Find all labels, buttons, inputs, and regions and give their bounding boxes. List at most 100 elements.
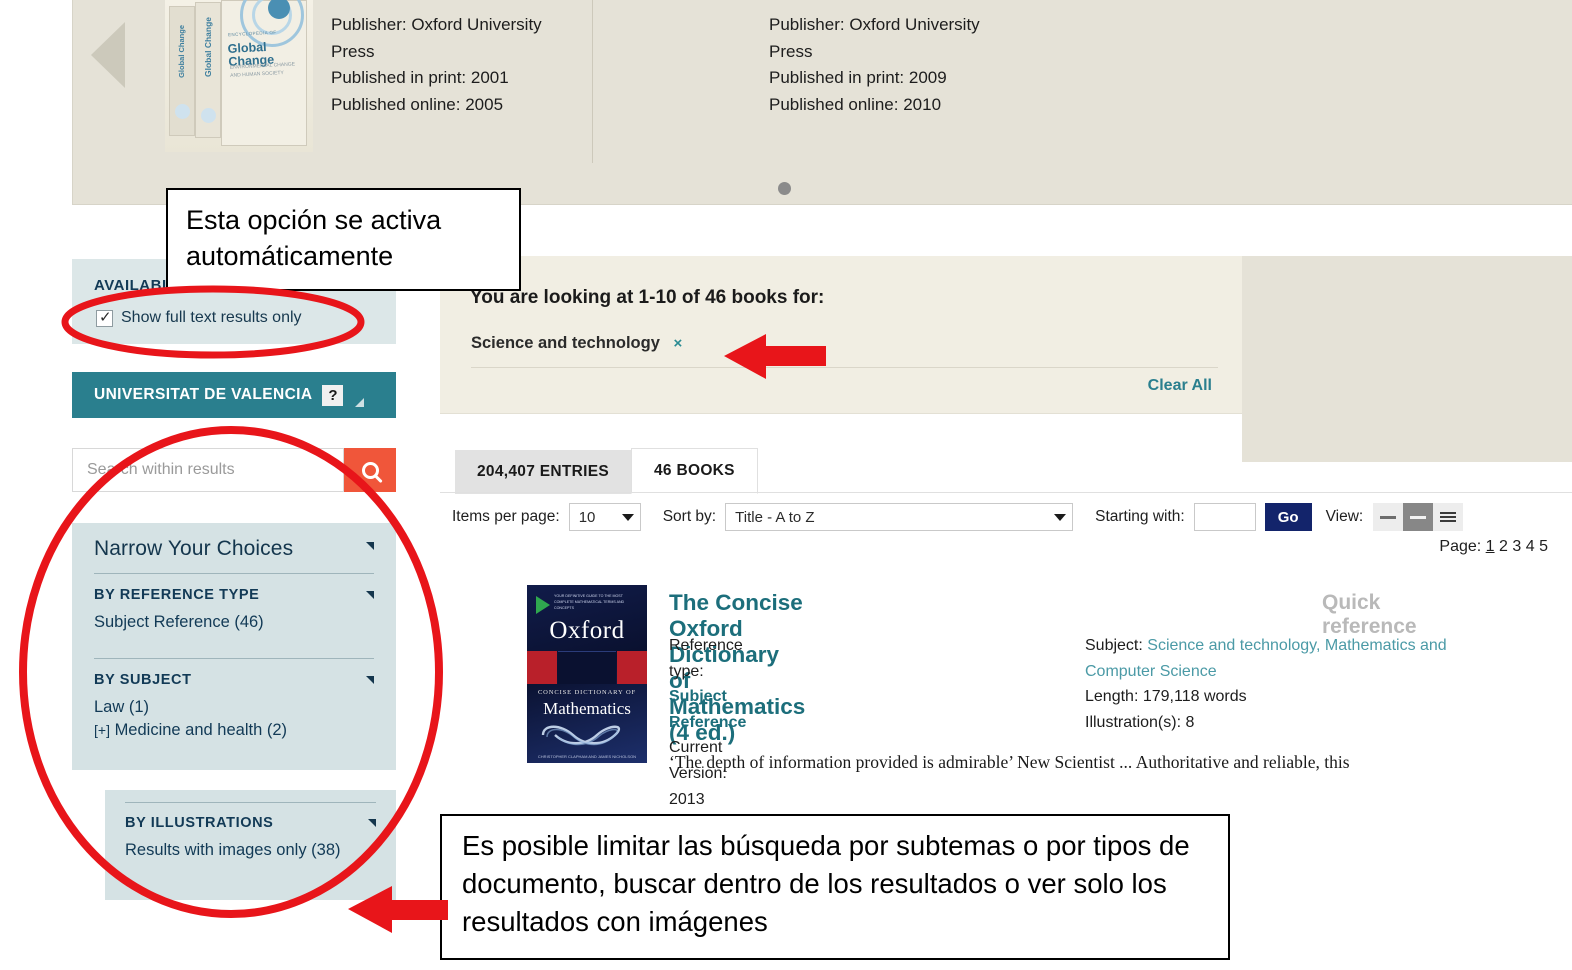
chevron-down-icon[interactable]	[366, 542, 374, 550]
tabs-bottom-rule	[440, 492, 1572, 493]
institution-bar[interactable]: UNIVERSITAT DE VALENCIA ?	[72, 372, 396, 418]
facet-item-law[interactable]: Law (1)	[94, 698, 374, 717]
page-link-3[interactable]: 3	[1512, 538, 1521, 555]
field-length-value: 179,118 words	[1142, 688, 1247, 706]
result-left-fields: Reference type: Subject Reference Curren…	[669, 633, 746, 812]
results-count-title: You are looking at 1-10 of 46 books for:	[470, 287, 825, 308]
page-link-1[interactable]: 1	[1486, 538, 1495, 555]
field-reference-type-value[interactable]: Subject Reference	[669, 688, 746, 731]
book-carousel: Global Change Global Change ENCYCLOPEDIA…	[72, 0, 1572, 205]
search-within-results: Search within results	[72, 448, 396, 492]
narrow-header[interactable]: Narrow Your Choices	[94, 537, 374, 561]
field-subject: Subject: Science and technology, Mathema…	[1085, 633, 1485, 684]
chevron-down-icon-items	[621, 513, 634, 521]
annotation-note-2: Es posible limitar las búsqueda por subt…	[440, 814, 1230, 960]
facet-illustrations[interactable]: BY ILLUSTRATIONS	[125, 814, 376, 832]
carousel-prev-arrow-icon[interactable]	[91, 22, 125, 88]
pagination: Page: 1 2 3 4 5	[1439, 538, 1548, 556]
divider-3	[125, 802, 376, 803]
expand-plus-icon[interactable]: [+]	[94, 722, 110, 738]
published-print-2: Published in print: 2009	[769, 68, 947, 88]
search-placeholder: Search within results	[87, 461, 235, 478]
facet-subject[interactable]: BY SUBJECT	[94, 671, 374, 689]
facet-item-medicine-health-row[interactable]: [+] Medicine and health (2)	[94, 721, 374, 740]
institution-name: UNIVERSITAT DE VALENCIA	[94, 386, 313, 403]
list-view-icon[interactable]	[1433, 503, 1464, 531]
page-link-4[interactable]: 4	[1526, 538, 1535, 555]
published-online: Published online: 2005	[331, 94, 504, 114]
divider	[94, 573, 374, 574]
publisher-line-2: Publisher: Oxford University	[769, 15, 980, 34]
caret-down-icon[interactable]	[355, 389, 365, 407]
divider-4	[471, 367, 1218, 368]
published-print: Published in print: 2001	[331, 68, 509, 88]
facet-heading-reference-type: BY REFERENCE TYPE	[94, 587, 260, 603]
result-description: ‘The depth of information provided is ad…	[669, 752, 1350, 772]
active-filter-chip[interactable]: Science and technology ×	[471, 334, 682, 353]
pagination-label: Page:	[1439, 538, 1482, 555]
full-text-only-row[interactable]: Show full text results only	[96, 308, 302, 327]
cover-spine-text-2: Global Change	[203, 17, 213, 77]
carousel-entry-1-meta: Publisher: Oxford University Press Publi…	[331, 12, 542, 118]
facet-item-results-with-images[interactable]: Results with images only (38)	[125, 841, 376, 860]
field-reference-type-label: Reference type:	[669, 637, 743, 680]
search-submit-button[interactable]	[344, 448, 396, 492]
facet-reference-type[interactable]: BY REFERENCE TYPE	[94, 586, 374, 604]
result-badge: Quick reference	[1322, 591, 1417, 638]
field-illustrations-value: 8	[1185, 713, 1195, 731]
field-length: Length: 179,118 words	[1085, 684, 1485, 710]
field-illustrations: Illustration(s): 8	[1085, 710, 1485, 736]
field-illustrations-label: Illustration(s):	[1085, 713, 1182, 731]
chevron-down-icon-illustrations[interactable]	[368, 819, 376, 827]
cover-authors: CHRISTOPHER CLAPHAM AND JAMES NICHOLSON	[537, 753, 637, 759]
chevron-down-icon-subject[interactable]	[366, 676, 374, 684]
full-text-only-checkbox[interactable]	[96, 308, 113, 327]
carousel-dot-icon[interactable]	[778, 182, 791, 195]
search-input[interactable]: Search within results	[72, 448, 344, 492]
cover-spine-text-1: Global Change	[177, 25, 186, 78]
search-icon	[361, 461, 379, 479]
publisher-line-cont: Press	[331, 41, 375, 61]
field-subject-label: Subject:	[1085, 637, 1143, 654]
facet-heading-subject: BY SUBJECT	[94, 672, 192, 688]
page-link-2[interactable]: 2	[1499, 538, 1508, 555]
starting-with-input[interactable]	[1193, 503, 1256, 531]
results-header-right-fill	[1242, 256, 1572, 462]
tab-entries[interactable]: 204,407 ENTRIES	[455, 450, 632, 494]
view-label: View:	[1325, 508, 1364, 525]
results-toolbar: Items per page: 10 Sort by: Title - A to…	[452, 503, 1464, 531]
narrow-title: Narrow Your Choices	[94, 537, 294, 560]
publisher-line-2-cont: Press	[769, 41, 813, 61]
carousel-column-divider	[592, 0, 593, 163]
items-per-page-select[interactable]: 10	[568, 503, 641, 531]
publisher-line: Publisher: Oxford University	[331, 15, 542, 34]
oxford-logo-icon	[536, 596, 550, 614]
sort-by-label: Sort by:	[662, 508, 717, 525]
by-illustrations-panel: BY ILLUSTRATIONS Results with images onl…	[105, 790, 396, 900]
result-book-cover[interactable]: YOUR DEFINITIVE GUIDE TO THE MOST COMPLE…	[527, 585, 647, 763]
remove-filter-icon[interactable]: ×	[673, 335, 682, 352]
clear-all-link[interactable]: Clear All	[1148, 377, 1212, 395]
chevron-down-icon-reference-type[interactable]	[366, 591, 374, 599]
cover-series: CONCISE DICTIONARY OF	[537, 689, 637, 696]
go-button[interactable]: Go	[1264, 503, 1312, 531]
cover-badge-icon-2	[201, 108, 216, 123]
carousel-book-cover[interactable]: Global Change Global Change ENCYCLOPEDIA…	[165, 0, 313, 152]
result-right-fields: Subject: Science and technology, Mathema…	[1085, 633, 1485, 735]
page-link-5[interactable]: 5	[1539, 538, 1548, 555]
tab-books[interactable]: 46 BOOKS	[631, 448, 758, 494]
cover-subtitle: ENVIRONMENTAL CHANGE AND HUMAN SOCIETY	[229, 61, 296, 79]
items-per-page-value: 10	[578, 508, 596, 526]
facet-item-subject-reference[interactable]: Subject Reference (46)	[94, 613, 374, 632]
facet-heading-illustrations: BY ILLUSTRATIONS	[125, 815, 274, 831]
help-icon[interactable]: ?	[322, 384, 344, 406]
cover-brand: Oxford	[549, 617, 625, 644]
results-tabs: 204,407 ENTRIES 46 BOOKS	[455, 448, 758, 494]
items-per-page-label: Items per page:	[452, 508, 560, 525]
screenshot-root: Global Change Global Change ENCYCLOPEDIA…	[0, 0, 1572, 970]
compact-view-icon[interactable]	[1373, 503, 1404, 531]
chevron-down-icon-sort	[1054, 513, 1067, 521]
published-online-2: Published online: 2010	[769, 94, 942, 114]
medium-view-icon[interactable]	[1403, 503, 1434, 531]
sort-by-select[interactable]: Title - A to Z	[725, 503, 1074, 531]
